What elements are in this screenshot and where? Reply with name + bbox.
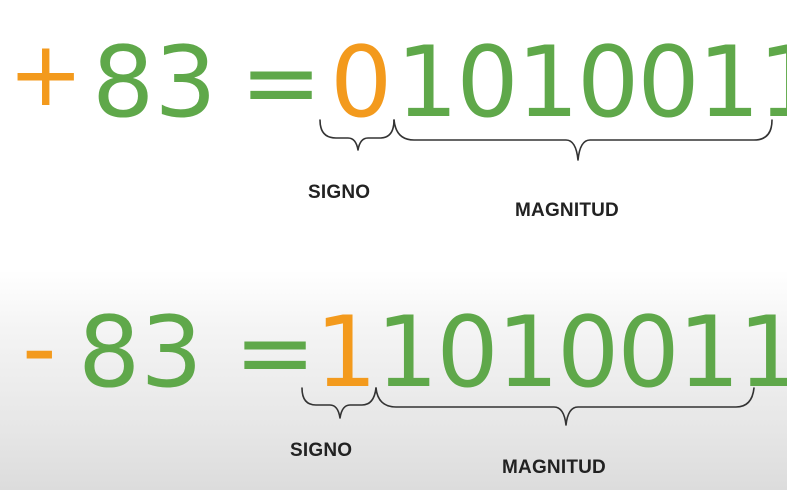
- braces-overlay: [301, 119, 773, 426]
- sign-brace-top: [319, 119, 395, 151]
- magnitude-brace-bottom: [375, 387, 755, 426]
- magnitude-brace-top: [393, 119, 773, 161]
- sign-brace-bottom: [301, 387, 377, 419]
